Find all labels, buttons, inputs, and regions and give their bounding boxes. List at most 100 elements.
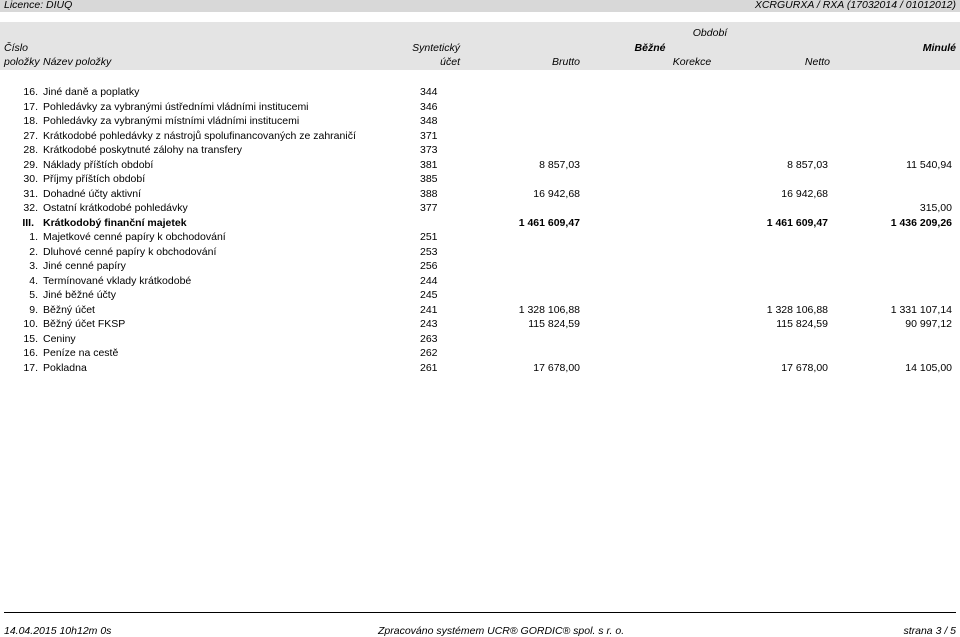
row-number: 3.: [29, 260, 38, 272]
row-name: Dohadné účty aktivní: [43, 187, 142, 200]
row-account: 377: [420, 202, 438, 214]
table-row: 32. Ostatní krátkodobé pohledávky 377 315,0…: [0, 201, 960, 215]
table-row: 28. Krátkodobé poskytnuté zálohy na trans…: [0, 143, 960, 157]
row-number: 4.: [29, 274, 38, 287]
row-netto: 1 461 609,47: [766, 216, 828, 229]
row-name: Pohledávky za vybranými ústředními vládn…: [43, 100, 309, 113]
row-number: 27.: [23, 129, 38, 142]
footer-page: strana 3 / 5: [903, 625, 956, 637]
header-obdobi: Období: [692, 27, 728, 39]
row-account: 244: [420, 274, 438, 287]
row-minule: 1 436 209,26: [890, 216, 952, 229]
row-name: Dluhové cenné papíry k obchodování: [43, 245, 217, 258]
footer-system: Zpracováno systémem UCR® GORDIC® spol. s…: [378, 625, 625, 637]
row-number: 32.: [23, 202, 38, 214]
row-account: 256: [420, 260, 438, 272]
row-minule: 11 540,94: [906, 158, 952, 171]
table-row: 5. Jiné běžné účty 245: [0, 288, 960, 302]
row-brutto: 16 942,68: [533, 187, 580, 200]
row-name: Majetkové cenné papíry k obchodování: [43, 231, 226, 243]
row-number: 5.: [29, 289, 38, 301]
row-brutto: 1 461 609,47: [518, 216, 580, 229]
row-account: 381: [420, 158, 438, 171]
row-minule: 14 105,00: [905, 361, 952, 374]
row-name: Krátkodobé pohledávky z nástrojů spolufi…: [43, 129, 356, 142]
table-row: 9. Běžný účet 241 1 328 106,88 1 328 106,88 1…: [0, 303, 960, 317]
row-number: 29.: [23, 158, 38, 171]
row-number: 17.: [23, 100, 38, 113]
row-account: 263: [420, 332, 438, 345]
table-row: 17. Pokladna 261 17 678,00 17 678,00 14 105,0…: [0, 361, 960, 375]
table-row: 10. Běžný účet FKSP 243 115 824,59 115 824,5…: [0, 317, 960, 331]
row-account: 385: [420, 173, 438, 185]
table-row: 17. Pohledávky za vybranými ústředními vl…: [0, 100, 960, 114]
footer-divider: [4, 612, 956, 613]
table-row: 15. Ceniny 263: [0, 332, 960, 346]
row-number: 9.: [29, 303, 38, 316]
table-row: 16. Peníze na cestě 262: [0, 346, 960, 360]
header-synteticky: Syntetický: [412, 42, 460, 54]
table-row: 29. Náklady příštích období 381 8 857,03 8 8…: [0, 158, 960, 172]
row-account: 245: [420, 289, 438, 301]
row-minule: 90 997,12: [905, 318, 952, 330]
row-number: 10.: [23, 318, 38, 330]
table-row: 1. Majetkové cenné papíry k obchodování 25…: [0, 230, 960, 244]
row-name: Ceniny: [43, 332, 76, 345]
header-nazev: Název položky: [43, 56, 112, 68]
table-row: 2. Dluhové cenné papíry k obchodování 253: [0, 245, 960, 259]
table-row: 16. Jiné daně a poplatky 344: [0, 85, 960, 99]
row-account: 371: [420, 129, 438, 142]
row-name: Běžný účet: [43, 303, 95, 316]
row-name: Jiné cenné papíry: [43, 260, 126, 272]
footer-date: 14.04.2015 10h12m 0s: [4, 625, 112, 637]
row-account: 243: [420, 318, 438, 330]
header-cislo: Číslo: [4, 42, 28, 54]
row-netto: 1 328 106,88: [766, 303, 828, 316]
row-minule: 1 331 107,14: [890, 303, 952, 316]
table-row: 27. Krátkodobé pohledávky z nástrojů spol…: [0, 129, 960, 143]
row-number: 18.: [23, 115, 38, 127]
header-minule: Minulé: [922, 42, 956, 54]
table-row: III. Krátkodobý finanční majetek 1 461 609…: [0, 216, 960, 230]
row-name: Jiné daně a poplatky: [43, 86, 140, 98]
row-number: 16.: [23, 347, 38, 359]
row-account: 348: [420, 115, 438, 127]
header-netto: Netto: [804, 56, 830, 68]
table-row: 31. Dohadné účty aktivní 388 16 942,68 16 94…: [0, 187, 960, 201]
row-netto: 16 942,68: [781, 187, 828, 200]
header-polozky: položky: [4, 56, 40, 68]
row-account: 253: [420, 245, 438, 258]
row-number: III.: [22, 216, 34, 229]
row-account: 262: [420, 347, 438, 359]
row-name: Pokladna: [43, 361, 87, 374]
row-brutto: 17 678,00: [533, 361, 580, 374]
row-brutto: 8 857,03: [539, 158, 580, 171]
header-ucet: účet: [440, 56, 460, 68]
row-name: Peníze na cestě: [43, 347, 119, 359]
row-name: Ostatní krátkodobé pohledávky: [43, 202, 188, 214]
row-brutto: 1 328 106,88: [518, 303, 580, 316]
report-id: XCRGURXA / RXA (17032014 / 01012012): [754, 0, 956, 11]
row-name: Krátkodobý finanční majetek: [43, 216, 187, 229]
row-account: 373: [420, 144, 438, 156]
table-row: 4. Termínované vklady krátkodobé 244: [0, 274, 960, 288]
row-name: Jiné běžné účty: [43, 289, 116, 301]
row-number: 30.: [23, 173, 38, 185]
header-korekce: Korekce: [672, 56, 712, 68]
header-brutto: Brutto: [551, 56, 580, 68]
row-account: 346: [420, 100, 438, 113]
row-account: 261: [420, 361, 438, 374]
row-number: 2.: [29, 245, 38, 258]
row-netto: 17 678,00: [781, 361, 828, 374]
row-account: 388: [420, 187, 438, 200]
table-row: 3. Jiné cenné papíry 256: [0, 259, 960, 273]
row-number: 16.: [23, 86, 38, 98]
row-netto: 115 824,59: [776, 318, 828, 330]
table-row: 30. Příjmy příštích období 385: [0, 172, 960, 186]
row-name: Pohledávky za vybranými místními vládním…: [43, 115, 300, 127]
row-account: 344: [420, 86, 438, 98]
row-number: 31.: [23, 187, 38, 200]
header-bezne: Běžné: [634, 42, 666, 54]
row-name: Běžný účet FKSP: [43, 318, 126, 330]
row-name: Krátkodobé poskytnuté zálohy na transfer…: [43, 144, 243, 156]
